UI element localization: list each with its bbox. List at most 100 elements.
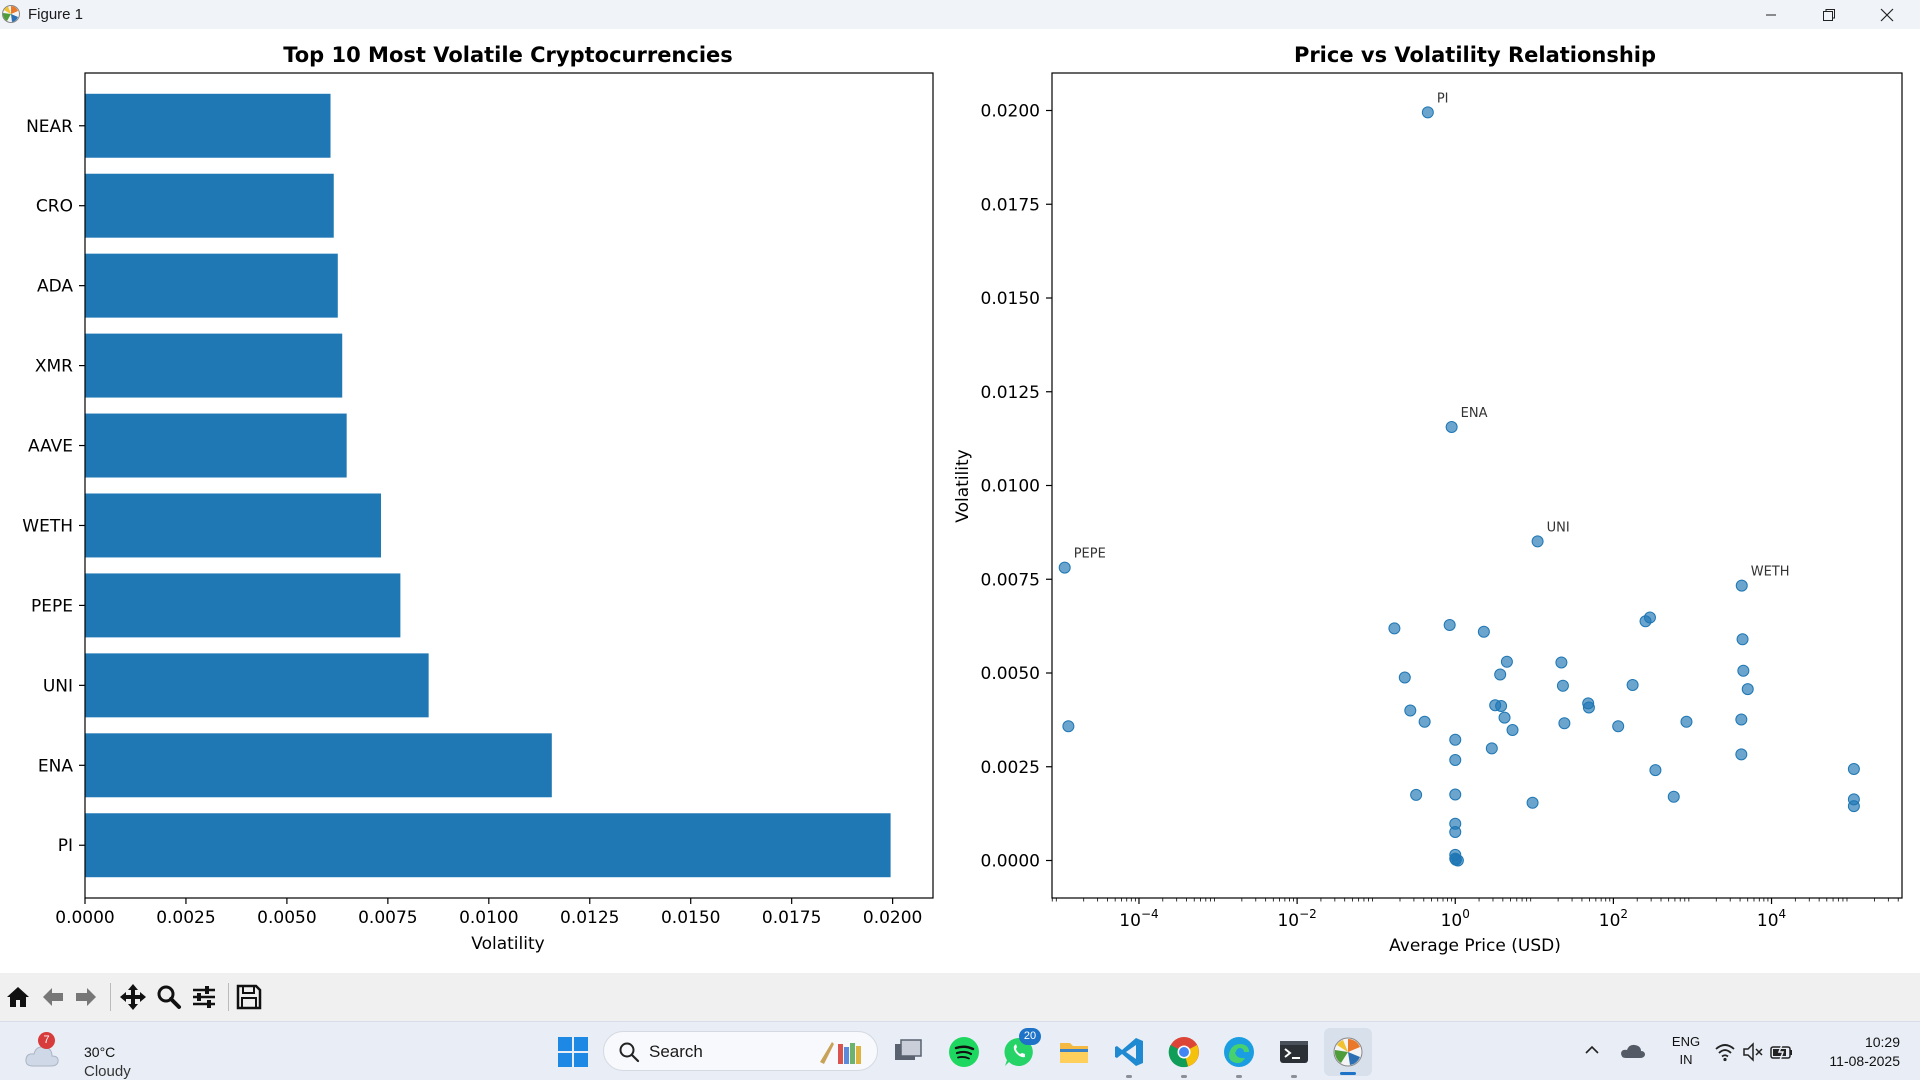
scatter-point bbox=[1667, 790, 1680, 803]
input-language-indicator[interactable]: ENG IN bbox=[1666, 1033, 1706, 1069]
bar-pepe bbox=[85, 573, 401, 638]
search-placeholder: Search bbox=[649, 1042, 703, 1061]
taskbar-app-vscode[interactable] bbox=[1109, 1032, 1149, 1072]
pan-button[interactable] bbox=[117, 981, 149, 1013]
scatter-point bbox=[1737, 664, 1750, 677]
scatter-point bbox=[1500, 655, 1513, 668]
scatter-point bbox=[1418, 715, 1431, 728]
restore-button[interactable] bbox=[1800, 0, 1858, 29]
y-tick-label: 0.0175 bbox=[981, 195, 1040, 215]
y-tick-label: 0.0125 bbox=[981, 383, 1040, 403]
running-indicator bbox=[1181, 1075, 1187, 1078]
folder-icon bbox=[1060, 1043, 1088, 1063]
bar-uni bbox=[85, 653, 429, 718]
x-tick-label: 0.0200 bbox=[863, 908, 922, 928]
scatter-point bbox=[1498, 711, 1511, 724]
scatter-chart-title: Price vs Volatility Relationship bbox=[1294, 43, 1656, 67]
scatter-point bbox=[1062, 720, 1075, 733]
x-tick-label: 104 bbox=[1757, 907, 1786, 931]
pan-move-icon bbox=[120, 984, 146, 1010]
scatter-point bbox=[1555, 656, 1568, 669]
taskbar-app-matplotlib-active[interactable] bbox=[1324, 1028, 1372, 1076]
x-tick-label: 0.0025 bbox=[156, 908, 215, 928]
bar-chart: Top 10 Most Volatile Cryptocurrencies 0.… bbox=[22, 43, 934, 954]
scatter-point bbox=[1612, 720, 1625, 733]
taskbar-app-edge[interactable] bbox=[1219, 1032, 1259, 1072]
forward-arrow-icon bbox=[76, 988, 96, 1006]
taskbar-app-terminal[interactable] bbox=[1274, 1032, 1314, 1072]
x-tick-label: 102 bbox=[1599, 907, 1628, 931]
y-tick-label: XMR bbox=[35, 357, 73, 377]
y-tick-label: AAVE bbox=[28, 437, 73, 457]
scatter-point bbox=[1404, 704, 1417, 717]
y-tick-label: WETH bbox=[22, 516, 73, 536]
configure-subplots-button[interactable] bbox=[188, 981, 220, 1013]
scatter-point bbox=[1626, 679, 1639, 691]
window-title: Figure 1 bbox=[28, 6, 84, 23]
onedrive-tray-button[interactable] bbox=[1618, 1036, 1648, 1064]
show-hidden-icons-button[interactable] bbox=[1580, 1038, 1604, 1062]
bar-xmr bbox=[85, 333, 343, 398]
zoom-button[interactable] bbox=[153, 981, 185, 1013]
bar-cro bbox=[85, 173, 334, 238]
taskbar-search-box[interactable]: Search bbox=[603, 1031, 878, 1071]
zoom-magnifier-icon bbox=[157, 985, 181, 1009]
minimize-button[interactable] bbox=[1742, 0, 1800, 29]
y-tick-label: ENA bbox=[38, 756, 73, 776]
x-tick-label: 0.0050 bbox=[257, 908, 316, 928]
scatter-point bbox=[1556, 679, 1569, 692]
weather-widget[interactable]: 7 30°C Cloudy bbox=[20, 1032, 170, 1080]
save-button[interactable] bbox=[233, 981, 265, 1013]
language-code: ENG bbox=[1671, 1034, 1701, 1049]
task-view-button[interactable] bbox=[888, 1032, 928, 1072]
sliders-icon bbox=[193, 986, 215, 1008]
point-annotation-ena: ENA bbox=[1461, 406, 1488, 421]
close-button[interactable] bbox=[1858, 0, 1916, 29]
minimize-icon bbox=[1766, 14, 1776, 15]
search-icon bbox=[619, 1042, 640, 1063]
weather-condition: Cloudy bbox=[84, 1063, 131, 1080]
vscode-icon bbox=[1115, 1038, 1143, 1066]
restore-icon bbox=[1823, 8, 1835, 21]
chrome-icon bbox=[1168, 1037, 1199, 1068]
y-tick-label: 0.0050 bbox=[981, 664, 1040, 684]
windows-start-icon bbox=[558, 1037, 588, 1067]
task-view-icon bbox=[895, 1039, 922, 1060]
toolbar-separator bbox=[228, 983, 229, 1011]
point-annotation-pi: PI bbox=[1437, 91, 1449, 106]
scatter-point bbox=[1735, 748, 1748, 761]
figure-canvas[interactable]: Top 10 Most Volatile Cryptocurrencies 0.… bbox=[0, 29, 1920, 973]
scatter-point bbox=[1495, 700, 1508, 712]
taskbar-app-chrome[interactable] bbox=[1164, 1032, 1204, 1072]
system-tray-quick-settings[interactable] bbox=[1712, 1036, 1796, 1066]
back-button[interactable] bbox=[37, 981, 69, 1013]
y-tick-label: 0.0025 bbox=[981, 758, 1040, 778]
forward-button[interactable] bbox=[70, 981, 102, 1013]
start-button[interactable] bbox=[553, 1032, 593, 1072]
scatter-point bbox=[1421, 106, 1434, 119]
bar-chart-xlabel: Volatility bbox=[471, 934, 544, 954]
home-button[interactable] bbox=[2, 981, 34, 1013]
bar-ada bbox=[85, 253, 338, 318]
bar-weth bbox=[85, 493, 381, 558]
scatter-point bbox=[1847, 763, 1860, 775]
scatter-point bbox=[1494, 668, 1507, 681]
bar-ena bbox=[85, 733, 552, 798]
scatter-point bbox=[1649, 764, 1662, 777]
bar-pi bbox=[85, 813, 891, 878]
taskbar-app-whatsapp[interactable]: 20 bbox=[999, 1028, 1041, 1072]
x-tick-label: 100 bbox=[1441, 907, 1470, 931]
scatter-point bbox=[1680, 715, 1693, 728]
matplotlib-app-icon bbox=[2, 5, 20, 23]
y-tick-label: UNI bbox=[43, 676, 73, 696]
scatter-point bbox=[1058, 561, 1071, 574]
x-tick-label: 0.0000 bbox=[55, 908, 114, 928]
active-app-indicator bbox=[1340, 1072, 1356, 1075]
scatter-point bbox=[1410, 788, 1423, 801]
matplotlib-toolbar bbox=[0, 973, 1920, 1021]
taskbar-clock[interactable]: 10:29 11-08-2025 bbox=[1800, 1033, 1900, 1071]
y-tick-label: 0.0000 bbox=[981, 852, 1040, 872]
taskbar-app-spotify[interactable] bbox=[944, 1032, 984, 1072]
taskbar-app-file-explorer[interactable] bbox=[1054, 1032, 1094, 1072]
weather-alert-badge: 7 bbox=[38, 1032, 55, 1049]
